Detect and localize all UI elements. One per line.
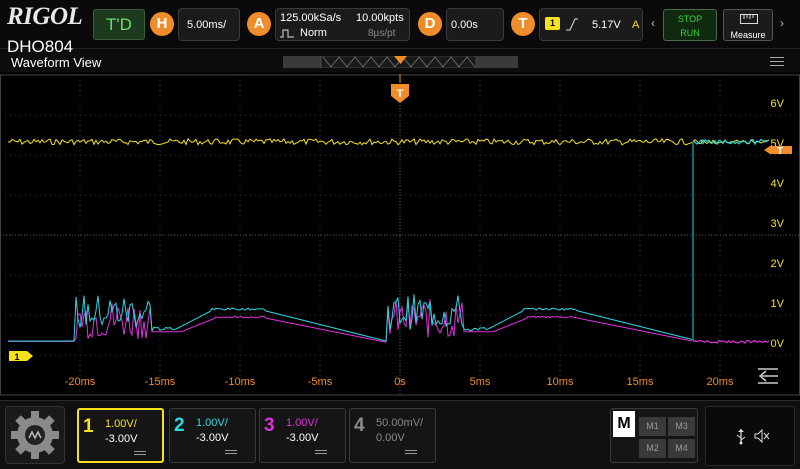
speaker-mute-icon[interactable] (754, 429, 770, 443)
channel-number: 2 (174, 415, 185, 436)
trigger-level: 5.17V (592, 19, 621, 31)
math-label: M (613, 411, 635, 437)
rigol-logo: RIGOL (7, 3, 83, 30)
waveform-display[interactable]: 6V 5V 4V 3V 2V 1V 0V -20ms -15ms -10ms -5ms 0s 5ms 10… (0, 72, 800, 397)
coupling-icon (315, 450, 327, 454)
ch1-offset-marker-label: 1 (14, 352, 19, 362)
time-label: -15ms (145, 376, 176, 388)
channel-4-panel[interactable]: 4 50.00mV/0.00V (349, 408, 436, 463)
ruler-icon (740, 14, 758, 24)
ch1-offset-marker[interactable] (9, 351, 33, 361)
channel-scale: 1.00V/ (286, 417, 318, 429)
scroll-left-icon[interactable]: ‹ (651, 16, 655, 30)
voltage-label: 0V (771, 338, 785, 350)
top-toolbar: RIGOL DHO804 T'D H 5.00ms/ A 125.00kSa/s… (0, 0, 800, 56)
horizontal-scale-panel[interactable]: 5.00ms/ (178, 8, 240, 41)
waveform-view-header: Waveform View (0, 48, 800, 72)
run-stop-button[interactable]: STOP RUN (663, 9, 717, 41)
time-label: 0s (394, 376, 406, 388)
acquire-mode: Norm (300, 27, 327, 39)
trigger-position-marker-icon (394, 56, 407, 64)
time-label: 15ms (627, 376, 654, 388)
delay-panel[interactable]: 0.00s (446, 8, 504, 41)
channel-scale: 1.00V/ (196, 417, 228, 429)
voltage-label: 6V (771, 98, 785, 110)
delay-badge[interactable]: D (418, 12, 442, 36)
traces (7, 137, 770, 344)
measure-button[interactable]: Measure (723, 9, 773, 41)
time-label: 5ms (470, 376, 491, 388)
horizontal-badge[interactable]: H (150, 12, 174, 36)
usb-icon[interactable] (736, 429, 746, 445)
gear-home-icon (11, 411, 59, 459)
acquire-badge[interactable]: A (247, 12, 271, 36)
home-button[interactable] (5, 406, 65, 464)
channel-number: 1 (83, 416, 94, 437)
time-label: -10ms (225, 376, 256, 388)
waveform-menu-icon[interactable] (770, 57, 784, 69)
time-label: -20ms (65, 376, 96, 388)
trigger-source: 1 (545, 17, 560, 30)
acquire-mode-icon (280, 29, 294, 38)
coupling-icon (225, 450, 237, 454)
channel-2-panel[interactable]: 2 1.00V/ -3.00V (169, 408, 256, 463)
trigger-marker-label: T (397, 88, 404, 100)
math-panel[interactable]: M M1 M3 M2 M4 (610, 408, 698, 463)
channel-offset: -3.00V (196, 432, 229, 444)
math-m3[interactable]: M3 (668, 417, 695, 436)
math-m1[interactable]: M1 (639, 417, 666, 436)
stop-label: STOP (677, 14, 703, 24)
ch3-trace-tail (692, 339, 770, 344)
timebase-mode-button[interactable]: T'D (93, 9, 145, 40)
coupling-icon (134, 451, 146, 455)
channel-scale: 50.00mV/ (376, 417, 424, 429)
voltage-label: 2V (771, 258, 785, 270)
graticule (0, 74, 800, 396)
rising-edge-icon (566, 18, 578, 31)
waveform-view-title: Waveform View (11, 55, 102, 70)
channel-1-panel[interactable]: 1 1.00V/ -3.00V (77, 408, 164, 463)
trigger-badge[interactable]: T (511, 12, 535, 36)
ch1-trace (7, 137, 693, 146)
channel-scale: 1.00V/ (105, 418, 137, 430)
coupling-icon (405, 450, 417, 454)
channel-3-panel[interactable]: 3 1.00V/ -3.00V (259, 408, 346, 463)
trigger-mode: A (632, 19, 640, 31)
sample-rate: 125.00kSa/s (280, 12, 342, 24)
channel-number: 4 (354, 415, 365, 436)
waveform-canvas: 6V5V4V3V2V1V0V-20ms -15ms -10ms -5ms 0s 5ms 10… (0, 74, 800, 396)
acquire-panel[interactable]: 125.00kSa/s 10.00kpts Norm 8µs/pt (275, 8, 410, 41)
trigger-level-marker-label: T (777, 146, 783, 157)
math-m2[interactable]: M2 (639, 439, 666, 458)
collapse-menu-icon[interactable] (758, 368, 778, 384)
horizontal-delay: 0.00s (451, 19, 478, 31)
voltage-label: 3V (771, 218, 785, 230)
voltage-label: 4V (771, 178, 785, 190)
memory-depth: 10.00kpts (356, 12, 404, 24)
channel-offset: 0.00V (376, 432, 405, 444)
channel-offset: -3.00V (105, 433, 138, 445)
measure-label: Measure (730, 30, 766, 40)
channel-number: 3 (264, 415, 275, 436)
utility-panel (705, 406, 795, 466)
time-label: 10ms (547, 376, 574, 388)
time-per-point: 8µs/pt (368, 28, 396, 39)
horizontal-scale: 5.00ms/ (187, 19, 227, 31)
math-m4[interactable]: M4 (668, 439, 695, 458)
channel-offset: -3.00V (286, 432, 319, 444)
model-name: DHO804 (7, 37, 74, 56)
bottom-toolbar: 1 1.00V/ -3.00V 2 1.00V/ -3.00V 3 1.00V/ -3.00V 4… (0, 400, 800, 469)
time-label: 20ms (707, 376, 734, 388)
scroll-right-icon[interactable]: › (780, 16, 784, 30)
run-label: RUN (680, 28, 700, 38)
voltage-label: 1V (771, 298, 785, 310)
time-label: -5ms (308, 376, 333, 388)
